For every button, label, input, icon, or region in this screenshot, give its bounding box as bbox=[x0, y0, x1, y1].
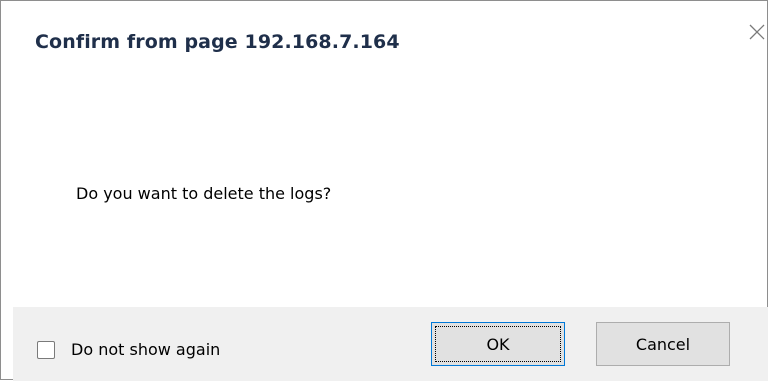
dialog-footer: Do not show again OK Cancel bbox=[13, 307, 768, 381]
ok-button[interactable]: OK bbox=[431, 322, 565, 366]
dialog-message: Do you want to delete the logs? bbox=[76, 184, 332, 203]
do-not-show-again-option[interactable]: Do not show again bbox=[37, 340, 220, 359]
dialog-title: Confirm from page 192.168.7.164 bbox=[35, 31, 400, 53]
cancel-button[interactable]: Cancel bbox=[596, 322, 730, 366]
do-not-show-again-label: Do not show again bbox=[71, 340, 221, 359]
close-icon[interactable] bbox=[746, 21, 768, 43]
confirm-dialog: Confirm from page 192.168.7.164 Do you w… bbox=[0, 0, 768, 381]
do-not-show-again-checkbox[interactable] bbox=[37, 340, 55, 359]
